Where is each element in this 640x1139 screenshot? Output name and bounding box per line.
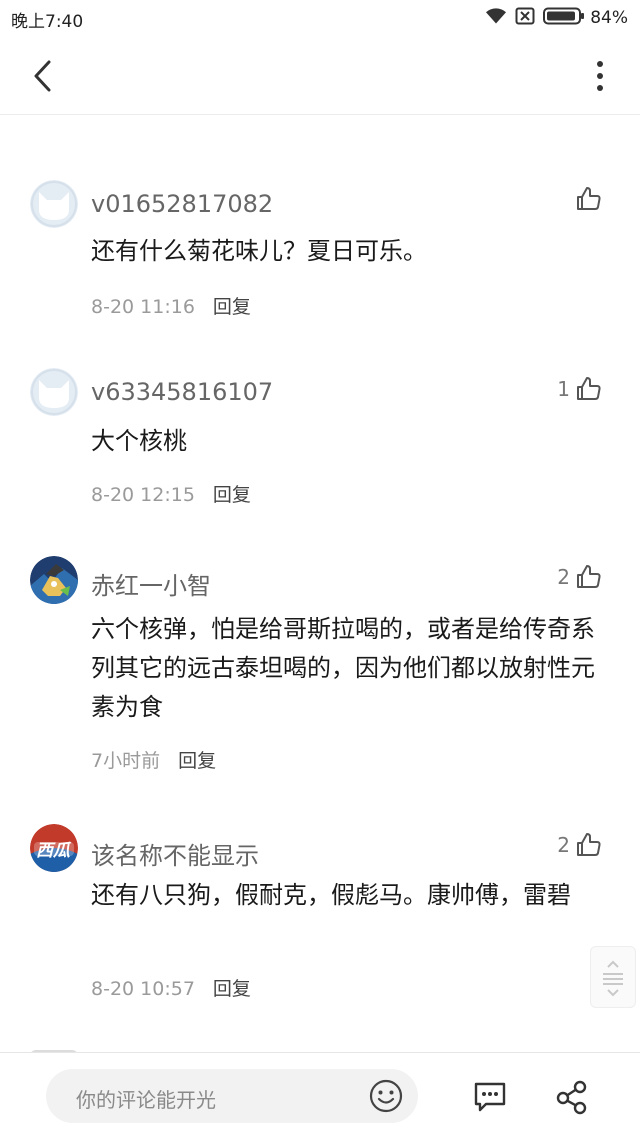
default-avatar-icon (30, 368, 78, 416)
comment-input[interactable]: 你的评论能开光 (46, 1069, 418, 1123)
reply-button[interactable]: 回复 (213, 978, 251, 1000)
more-vertical-icon (597, 61, 603, 91)
emoji-button[interactable] (368, 1078, 404, 1114)
wifi-icon (485, 7, 507, 29)
reply-button[interactable]: 回复 (213, 296, 251, 318)
comments-button[interactable] (472, 1079, 508, 1115)
thumbs-up-icon (577, 377, 601, 400)
comment-time: 7小时前 (91, 750, 161, 772)
comment-text: 还有什么菊花味儿？夏日可乐。 (91, 237, 427, 265)
status-time: 晚上7:40 (11, 12, 84, 32)
username[interactable]: v01652817082 (91, 190, 273, 218)
avatar-badge-text: 西瓜 (36, 841, 70, 861)
app-bar (0, 36, 640, 115)
thumbs-up-icon (577, 833, 601, 856)
comment-input-placeholder: 你的评论能开光 (76, 1088, 216, 1112)
comment-time: 8-20 10:57 (91, 978, 195, 1000)
smiley-icon (369, 1079, 403, 1113)
scroll-handle[interactable] (590, 946, 636, 1008)
reply-button[interactable]: 回复 (213, 484, 251, 506)
status-icons: 84% (477, 6, 628, 30)
reply-button[interactable]: 回复 (178, 750, 216, 772)
comment-meta: 8-20 10:57 回复 (91, 974, 251, 1001)
bottom-bar: 你的评论能开光 (0, 1052, 640, 1139)
username[interactable]: 该名称不能显示 (91, 836, 259, 871)
share-button[interactable] (554, 1079, 590, 1115)
no-sim-icon (515, 7, 535, 29)
avatar[interactable] (30, 368, 78, 416)
comment-text: 还有八只狗，假耐克，假彪马。康帅傅，雷碧 (91, 881, 571, 909)
like-button[interactable] (570, 184, 602, 214)
thumbs-up-icon (577, 565, 601, 588)
comment-text: 大个核桃 (91, 427, 187, 455)
default-avatar-icon (30, 180, 78, 228)
username[interactable]: v63345816107 (91, 378, 273, 406)
more-options-button[interactable] (586, 56, 614, 96)
battery-percent: 84% (590, 8, 628, 28)
share-icon (556, 1080, 587, 1115)
chevron-left-icon (34, 60, 51, 92)
battery-icon (543, 7, 585, 29)
thumbs-up-icon (577, 187, 601, 210)
comment-meta: 7小时前 回复 (91, 746, 216, 773)
anime-avatar-icon (30, 556, 78, 604)
like-button[interactable]: 2 (557, 830, 602, 860)
comment-meta: 8-20 11:16 回复 (91, 292, 251, 319)
avatar[interactable] (30, 556, 78, 604)
comment-meta: 8-20 12:15 回复 (91, 480, 251, 507)
back-button[interactable] (24, 56, 64, 96)
avatar[interactable] (30, 180, 78, 228)
comment-time: 8-20 11:16 (91, 296, 195, 318)
like-count: 2 (557, 833, 570, 857)
drag-lines-icon (603, 960, 623, 997)
comment-text: 六个核弹，怕是给哥斯拉喝的，或者是给传奇系列其它的远古泰坦喝的，因为他们都以放射… (91, 615, 595, 721)
chat-bubble-icon (474, 1082, 506, 1112)
avatar[interactable]: 西瓜 (30, 824, 78, 872)
comment-time: 8-20 12:15 (91, 484, 195, 506)
like-count: 2 (557, 565, 570, 589)
status-bar: 晚上7:40 84% (0, 0, 640, 36)
like-button[interactable]: 1 (557, 374, 602, 404)
username[interactable]: 赤红一小智 (91, 566, 211, 601)
like-count: 1 (557, 377, 570, 401)
like-button[interactable]: 2 (557, 562, 602, 592)
